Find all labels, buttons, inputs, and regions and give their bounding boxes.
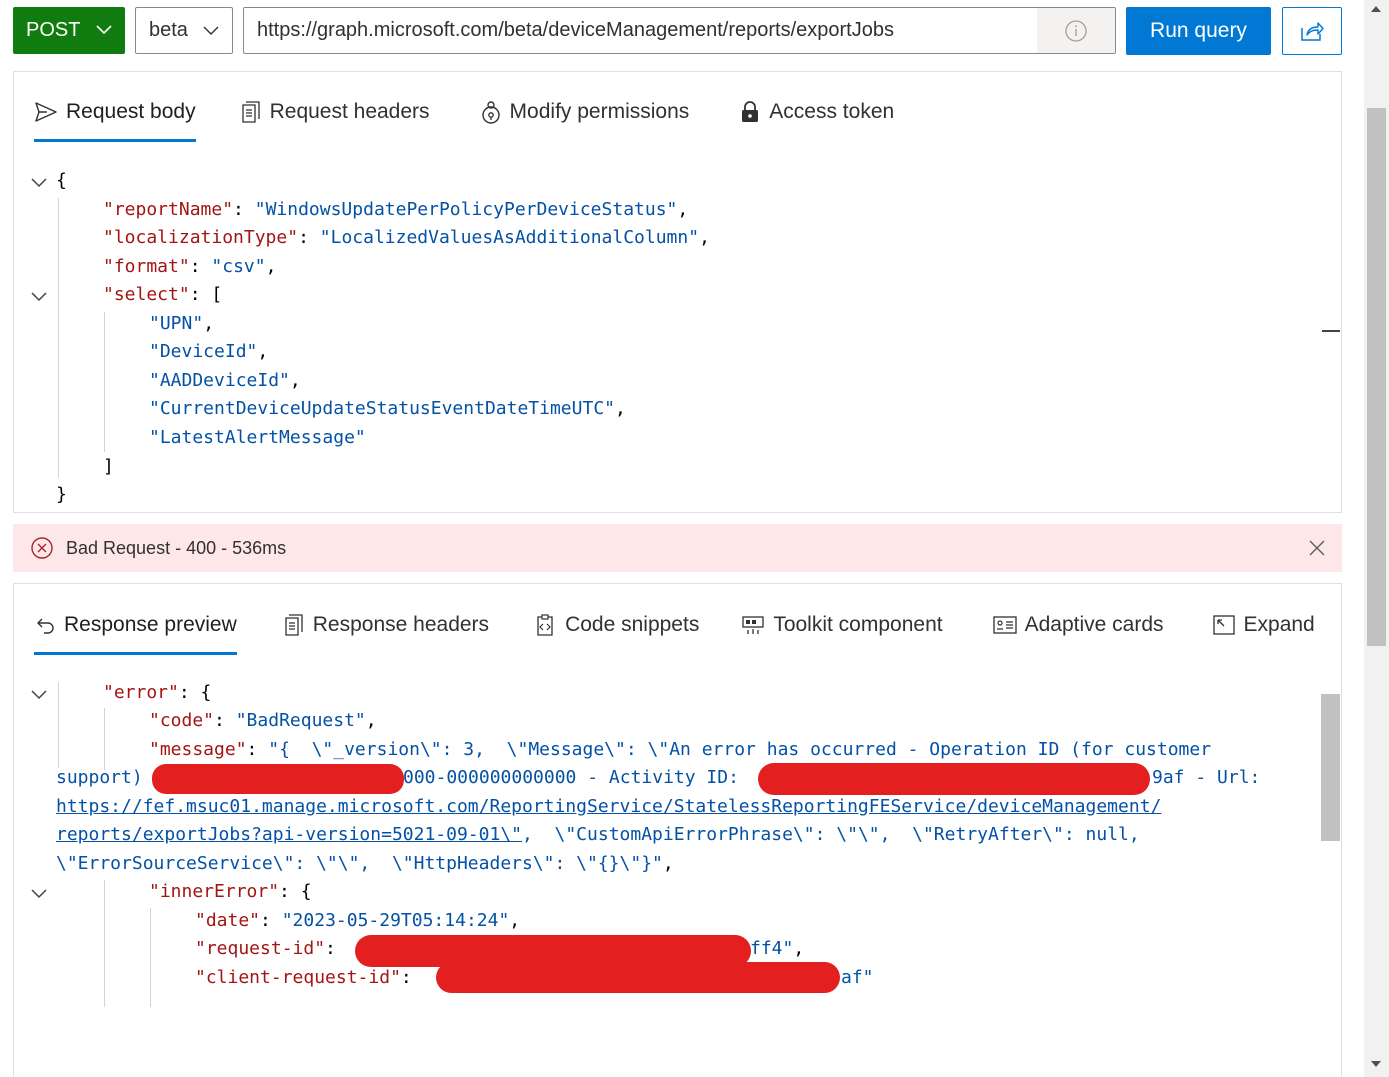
code-snippet-icon — [537, 614, 553, 636]
indent-guide — [104, 880, 105, 1007]
code-line: { — [56, 170, 67, 191]
run-query-button[interactable]: Run query — [1126, 7, 1271, 55]
error-icon — [31, 537, 53, 559]
chevron-down-icon[interactable] — [30, 287, 48, 305]
code-line: ff4", — [750, 938, 805, 959]
tab-toolkit-component[interactable]: Toolkit component — [741, 597, 943, 653]
tab-response-headers[interactable]: Response headers — [283, 597, 489, 653]
tab-label: Access token — [769, 100, 895, 123]
url-text: https://graph.microsoft.com/beta/deviceM… — [257, 19, 894, 41]
code-line: "date": "2023-05-29T05:14:24", — [195, 910, 521, 931]
code-line: "select": [ — [103, 284, 223, 305]
code-line: reports/exportJobs?api-version=5021-09-0… — [56, 824, 1140, 845]
url-info-button[interactable] — [1037, 8, 1115, 53]
share-icon — [1301, 22, 1324, 41]
tab-label: Expand — [1243, 613, 1315, 636]
version-label: beta — [149, 19, 188, 41]
redaction-mark — [436, 962, 840, 993]
url-input[interactable]: https://graph.microsoft.com/beta/deviceM… — [243, 7, 1116, 54]
response-body-viewer[interactable]: "error": { "code": "BadRequest", "messag… — [0, 0, 1260, 1007]
code-line: af" — [841, 967, 874, 988]
tab-request-headers[interactable]: Request headers — [240, 84, 430, 140]
tab-label: Modify permissions — [509, 100, 690, 123]
code-line: "client-request-id": — [195, 967, 412, 988]
code-line: 9af - Url: — [1152, 767, 1261, 788]
send-icon — [35, 102, 57, 122]
document-icon — [285, 614, 303, 636]
tab-label: Code snippets — [565, 613, 700, 636]
version-dropdown[interactable]: beta — [135, 7, 233, 54]
close-icon[interactable] — [1309, 540, 1325, 556]
run-query-label: Run query — [1150, 19, 1247, 42]
info-icon — [1065, 19, 1087, 42]
indent-guide — [150, 908, 151, 1007]
indent-guide — [58, 198, 59, 478]
code-line: 000-000000000000 - Activity ID: — [403, 767, 739, 788]
response-url-link[interactable]: reports/exportJobs?api-version=5021-09-0… — [56, 824, 522, 845]
permissions-icon — [481, 101, 500, 124]
http-method-dropdown[interactable]: POST — [13, 7, 125, 54]
tab-label: Request body — [66, 100, 196, 123]
status-text: Bad Request - 400 - 536ms — [66, 538, 287, 558]
tab-label: Request headers — [269, 100, 430, 123]
tab-label: Response headers — [312, 613, 490, 636]
code-line: ] — [103, 456, 114, 477]
chevron-down-icon[interactable] — [30, 173, 48, 191]
chevron-down-icon — [203, 26, 219, 35]
indent-guide — [104, 708, 105, 770]
indent-guide — [58, 682, 59, 768]
code-line: "request-id": — [195, 938, 336, 959]
code-line: "code": "BadRequest", — [149, 710, 377, 731]
tab-access-token[interactable]: Access token — [739, 84, 894, 140]
tab-response-preview[interactable]: Response preview — [34, 597, 237, 655]
status-message-bar: Bad Request - 400 - 536ms — [13, 524, 1342, 572]
code-line: "format": "csv", — [103, 256, 277, 277]
toolkit-icon — [742, 616, 764, 634]
code-line: } — [56, 484, 67, 505]
code-line: "reportName": "WindowsUpdatePerPolicyPer… — [103, 199, 689, 220]
code-line: "CurrentDeviceUpdateStatusEventDateTimeU… — [149, 398, 626, 419]
chevron-down-icon[interactable] — [30, 884, 48, 902]
page-scrollbar-thumb[interactable] — [1367, 108, 1386, 646]
code-line: "AADDeviceId", — [149, 370, 301, 391]
undo-icon — [37, 618, 54, 634]
share-button[interactable] — [1282, 7, 1342, 55]
tab-request-body[interactable]: Request body — [34, 84, 196, 142]
response-tabs: Response preview Response headers Code s… — [34, 595, 1361, 655]
response-url-link[interactable]: https://fef.msuc01.manage.microsoft.com/… — [56, 793, 1161, 821]
card-icon — [992, 616, 1017, 634]
chevron-down-icon[interactable] — [30, 685, 48, 703]
http-method-label: POST — [26, 19, 81, 41]
document-icon — [241, 101, 260, 123]
scroll-up-icon[interactable] — [1370, 5, 1382, 13]
tab-label: Toolkit component — [773, 613, 943, 636]
request-tabs: Request body Request headers Modify perm… — [34, 82, 940, 142]
tab-label: Adaptive cards — [1024, 613, 1164, 636]
response-scrollbar-thumb[interactable] — [1321, 694, 1340, 841]
code-line: "DeviceId", — [149, 341, 269, 362]
code-line: "message": "{ \"_version\": 3, \"Message… — [149, 739, 1212, 760]
indent-guide — [104, 312, 105, 452]
expand-icon — [1212, 615, 1235, 635]
code-line: support) — [56, 767, 143, 788]
redaction-mark — [152, 764, 404, 794]
redaction-mark — [758, 763, 1150, 795]
code-line: "UPN", — [149, 313, 215, 334]
tab-expand[interactable]: Expand — [1212, 597, 1315, 653]
chevron-down-icon — [96, 25, 112, 35]
overview-ruler-mark — [1322, 330, 1340, 332]
scroll-down-icon[interactable] — [1370, 1060, 1382, 1068]
tab-adaptive-cards[interactable]: Adaptive cards — [992, 597, 1164, 653]
code-line: \"ErrorSourceService\": \"\", \"HttpHead… — [56, 853, 674, 874]
tab-label: Response preview — [64, 613, 237, 636]
code-line: "error": { — [103, 682, 212, 703]
tab-modify-permissions[interactable]: Modify permissions — [480, 84, 690, 140]
code-line: "localizationType": "LocalizedValuesAsAd… — [103, 227, 710, 248]
tab-code-snippets[interactable]: Code snippets — [535, 597, 699, 653]
lock-icon — [742, 101, 759, 122]
code-line-partial — [150, 998, 158, 1007]
code-line: "LatestAlertMessage" — [149, 427, 366, 448]
code-line: "innerError": { — [149, 881, 312, 902]
